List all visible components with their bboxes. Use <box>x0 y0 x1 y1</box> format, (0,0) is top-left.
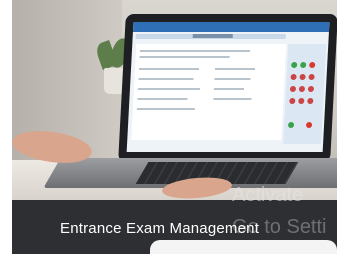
popup-overlay <box>150 240 337 254</box>
laptop-photo <box>12 0 337 200</box>
question-panel <box>131 44 287 140</box>
card-title[interactable]: Entrance Exam Management <box>60 220 259 237</box>
course-card[interactable]: Entrance Exam Management Activate Go to … <box>0 0 337 254</box>
exam-screen-display <box>126 22 330 152</box>
activation-watermark: Activate <box>232 184 304 206</box>
question-palette <box>283 44 327 144</box>
activation-watermark-sub: Go to Setti <box>232 216 327 238</box>
laptop-screen <box>118 14 337 162</box>
